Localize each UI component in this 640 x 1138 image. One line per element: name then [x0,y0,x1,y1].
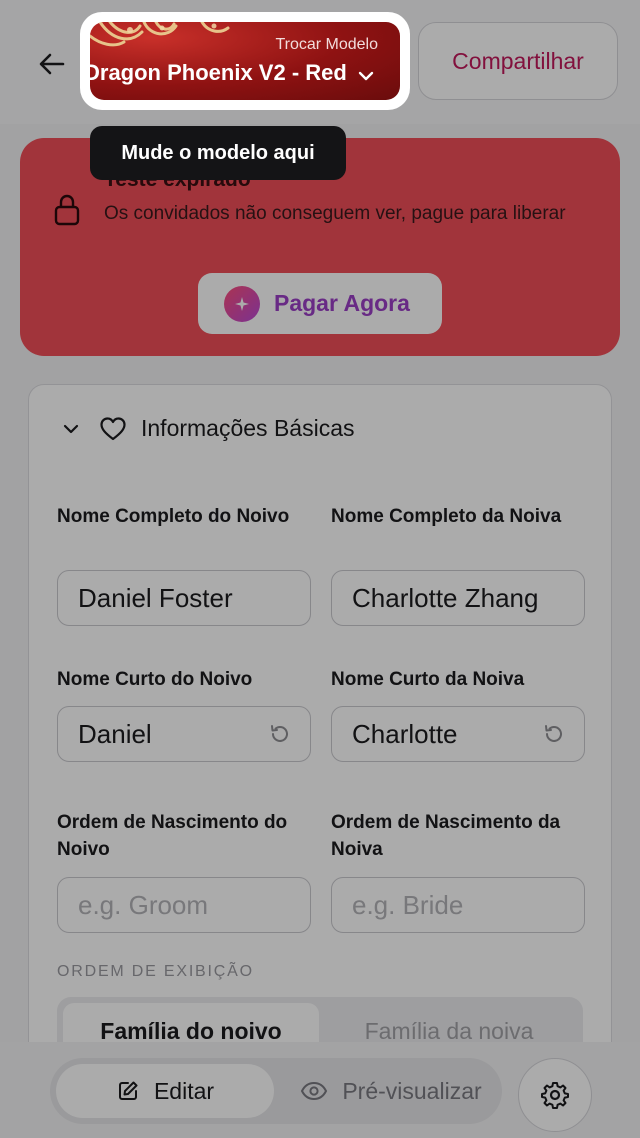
template-selector[interactable]: Trocar Modelo Dragon Phoenix V2 - Red [80,12,410,110]
bride-short-name-value: Charlotte [352,718,458,749]
lock-icon [54,194,80,226]
bride-full-name-value: Charlotte Zhang [352,582,539,613]
display-order-caption: ORDEM DE EXIBIÇÃO [57,963,254,980]
eye-icon [301,1081,328,1101]
reset-icon[interactable] [268,722,292,746]
preview-mode-button[interactable]: Pré-visualizar [286,1064,496,1118]
preview-mode-label: Pré-visualizar [342,1077,482,1104]
template-preview: Trocar Modelo Dragon Phoenix V2 - Red [90,22,400,100]
bride-full-name-label: Nome Completo da Noiva [331,506,562,527]
bride-short-name-label: Nome Curto da Noiva [331,669,525,690]
groom-birth-order-label: Ordem de Nascimento do Noivo [57,812,288,860]
arrow-left-icon [39,53,65,75]
tooltip-text: Mude o modelo aqui [121,141,315,164]
gear-icon [541,1082,569,1109]
groom-short-name-input[interactable]: Daniel [57,706,311,762]
chevron-down-icon [63,424,79,433]
banner-message: Os convidados não conseguem ver, pague p… [104,203,566,224]
template-tooltip: Mude o modelo aqui [90,126,346,180]
heart-icon [100,416,126,440]
groom-short-name-label: Nome Curto do Noivo [57,669,253,690]
bride-birth-order-label: Ordem de Nascimento da Noiva [331,812,561,860]
edit-mode-button[interactable]: Editar [56,1064,274,1118]
section-title: Informações Básicas [141,415,355,441]
groom-birth-order-input[interactable]: e.g. Groom [57,877,311,933]
share-button-label: Compartilhar [452,47,584,74]
back-button[interactable] [28,40,76,88]
groom-full-name-value: Daniel Foster [78,582,233,613]
basic-info-card: Informações Básicas Nome Completo do Noi… [28,384,612,1084]
edit-mode-label: Editar [153,1077,215,1104]
edit-icon [118,1081,138,1100]
bride-full-name-input[interactable]: Charlotte Zhang [331,570,585,626]
bride-short-name-input[interactable]: Charlotte [331,706,585,762]
sparkle-icon [224,285,260,322]
mode-switch: Editar Pré-visualizar [50,1058,502,1124]
groom-full-name-input[interactable]: Daniel Foster [57,570,311,626]
groom-birth-order-placeholder: e.g. Groom [78,889,209,920]
bride-birth-order-input[interactable]: e.g. Bride [331,877,585,933]
groom-short-name-value: Daniel [78,718,152,749]
settings-button[interactable] [518,1058,592,1132]
template-name: Dragon Phoenix V2 - Red [90,60,347,85]
reset-icon[interactable] [542,722,566,746]
chevron-down-icon [358,71,374,81]
share-button[interactable]: Compartilhar [418,22,618,100]
pay-now-button[interactable]: Pagar Agora [198,273,442,334]
template-subtitle: Trocar Modelo [275,36,378,53]
groom-full-name-label: Nome Completo do Noivo [57,506,290,527]
pay-now-label: Pagar Agora [274,290,410,316]
basic-info-section-toggle[interactable]: Informações Básicas [61,415,354,442]
bride-birth-order-placeholder: e.g. Bride [352,889,464,920]
bottom-bar: Editar Pré-visualizar [0,1042,640,1138]
